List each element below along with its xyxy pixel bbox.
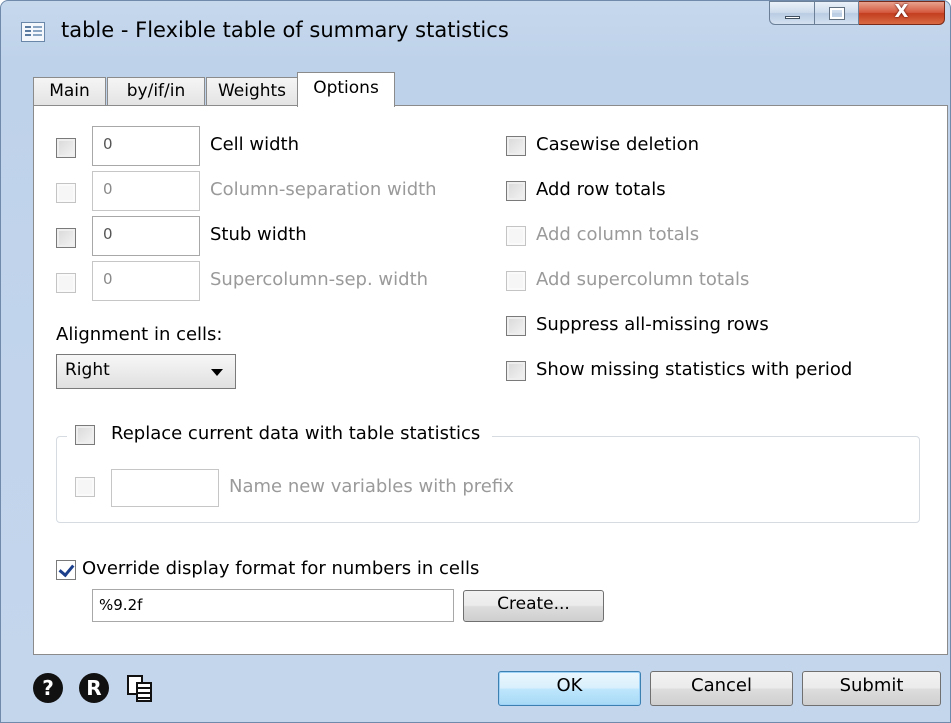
- minimize-button[interactable]: [769, 1, 815, 25]
- submit-button[interactable]: Submit: [802, 671, 941, 706]
- close-button[interactable]: X: [859, 1, 945, 25]
- add-row-totals-checkbox[interactable]: [506, 181, 526, 201]
- show-missing-statistics-label: Show missing statistics with period: [536, 359, 853, 380]
- supercolumn-sep-width-input[interactable]: 0: [92, 261, 200, 301]
- name-prefix-label: Name new variables with prefix: [229, 476, 514, 497]
- close-icon: X: [894, 1, 909, 22]
- ok-button[interactable]: OK: [498, 671, 641, 706]
- copy-command-icon[interactable]: [125, 673, 155, 703]
- stub-width-checkbox[interactable]: [56, 228, 76, 248]
- add-column-totals-label: Add column totals: [536, 224, 700, 245]
- replace-data-legend: Replace current data with table statisti…: [67, 423, 493, 449]
- add-supercolumn-totals-checkbox[interactable]: [506, 271, 526, 291]
- create-format-button[interactable]: Create...: [463, 590, 604, 622]
- override-format-checkbox[interactable]: [56, 560, 76, 580]
- suppress-all-missing-rows-label: Suppress all-missing rows: [536, 314, 769, 335]
- alignment-label: Alignment in cells:: [56, 324, 223, 345]
- name-prefix-checkbox[interactable]: [75, 477, 95, 497]
- show-missing-statistics-checkbox[interactable]: [506, 361, 526, 381]
- cell-width-input[interactable]: 0: [92, 126, 200, 166]
- column-separation-width-checkbox[interactable]: [56, 183, 76, 203]
- replace-data-group: Replace current data with table statisti…: [56, 423, 920, 523]
- casewise-deletion-checkbox[interactable]: [506, 136, 526, 156]
- suppress-all-missing-rows-checkbox[interactable]: [506, 316, 526, 336]
- column-separation-width-label: Column-separation width: [210, 179, 437, 200]
- name-prefix-input[interactable]: [111, 469, 219, 507]
- replace-data-checkbox[interactable]: [75, 425, 95, 445]
- stub-width-label: Stub width: [210, 224, 307, 245]
- window-title: table - Flexible table of summary statis…: [61, 18, 509, 42]
- alignment-select[interactable]: Right: [56, 354, 236, 389]
- tab-weights[interactable]: Weights: [206, 77, 298, 106]
- options-panel: 0 Cell width 0 Column-separation width 0…: [33, 105, 948, 655]
- help-icon[interactable]: ?: [33, 673, 63, 703]
- cancel-button[interactable]: Cancel: [650, 671, 793, 706]
- supercolumn-sep-width-label: Supercolumn-sep. width: [210, 269, 429, 290]
- alignment-selected-value: Right: [65, 360, 110, 380]
- add-row-totals-label: Add row totals: [536, 179, 666, 200]
- cell-width-label: Cell width: [210, 134, 299, 155]
- add-supercolumn-totals-label: Add supercolumn totals: [536, 269, 750, 290]
- casewise-deletion-label: Casewise deletion: [536, 134, 700, 155]
- minimize-icon: [785, 16, 800, 19]
- stub-width-input[interactable]: 0: [92, 216, 200, 256]
- add-column-totals-checkbox[interactable]: [506, 226, 526, 246]
- dialog-window: table - Flexible table of summary statis…: [0, 0, 951, 723]
- table-dialog-icon: [21, 22, 45, 42]
- tab-by-if-in[interactable]: by/if/in: [107, 77, 205, 106]
- display-format-input[interactable]: %9.2f: [92, 589, 454, 622]
- maximize-icon: [829, 7, 845, 20]
- maximize-button[interactable]: [815, 1, 859, 25]
- column-separation-width-input[interactable]: 0: [92, 171, 200, 211]
- caption-buttons: X: [769, 1, 945, 25]
- replace-data-label: Replace current data with table statisti…: [111, 423, 481, 444]
- override-format-label: Override display format for numbers in c…: [82, 558, 480, 579]
- copy-sheet-front: [136, 682, 152, 702]
- cell-width-checkbox[interactable]: [56, 138, 76, 158]
- tab-main[interactable]: Main: [33, 77, 106, 106]
- tab-options[interactable]: Options: [297, 72, 395, 107]
- title-bar[interactable]: table - Flexible table of summary statis…: [1, 1, 950, 57]
- supercolumn-sep-width-checkbox[interactable]: [56, 273, 76, 293]
- reset-icon[interactable]: R: [79, 673, 109, 703]
- dropdown-arrow-icon: [211, 369, 223, 376]
